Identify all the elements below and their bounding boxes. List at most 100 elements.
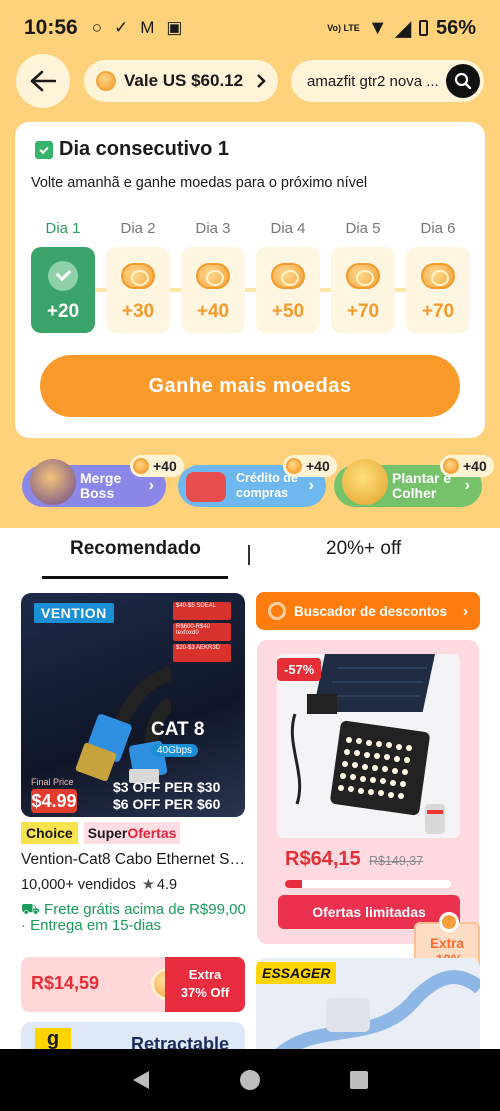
product-card-essager[interactable]: ESSAGER: [256, 958, 480, 1058]
discount-finder-button[interactable]: Buscador de descontos ›: [256, 592, 480, 630]
coupon-tag: $20-$3 AEKR3D: [173, 644, 231, 662]
product-title[interactable]: Vention-Cat8 Cabo Ethernet SFTP 40Gbps: [21, 851, 247, 869]
day-tile-4: +50: [256, 247, 320, 333]
flash-deal-card[interactable]: -57% R$64,15 R$149,37 Ofertas limitadas: [257, 640, 479, 944]
game-bonus: +40: [463, 457, 487, 474]
tab-20-off[interactable]: 20%+ off: [326, 538, 401, 560]
coupon-balance-button[interactable]: Vale US $60.12: [84, 60, 278, 102]
game-bonus: +40: [153, 457, 177, 474]
wifi-icon: ▼: [367, 16, 388, 39]
day-reward: +40: [196, 301, 230, 322]
tab-recommended[interactable]: Recomendado: [70, 538, 201, 560]
coins-icon: [196, 263, 230, 289]
search-icon: [454, 72, 472, 90]
day-label-4: Dia 4: [270, 220, 306, 237]
plant-and-harvest-button[interactable]: Plantar e Colher › +40: [334, 455, 494, 507]
nav-recents-button[interactable]: [345, 1066, 373, 1094]
triangle-back-icon: [132, 1071, 149, 1089]
chevron-right-icon: ›: [463, 602, 468, 620]
day-label-1: Dia 1: [45, 220, 81, 237]
chevron-right-icon: ›: [148, 477, 154, 494]
day-reward: +20: [46, 301, 80, 322]
day-label-2: Dia 2: [120, 220, 156, 237]
offer-line: $3 OFF PER $30: [113, 779, 221, 795]
tab-indicator: [42, 576, 228, 579]
checkin-title: Dia consecutivo 1: [59, 138, 230, 160]
sold-count: 10,000+ vendidos: [21, 877, 136, 893]
search-button[interactable]: [446, 64, 480, 98]
stock-progress-fill: [285, 880, 302, 888]
chevron-right-icon: ›: [464, 477, 470, 494]
merge-boss-icon: [30, 459, 76, 505]
day-tile-5: +70: [331, 247, 395, 333]
day-tile-2: +30: [106, 247, 170, 333]
day-tile-3: +40: [181, 247, 245, 333]
merge-boss-button[interactable]: Merge Boss › +40: [22, 455, 184, 507]
check-icon: [48, 261, 78, 291]
circle-home-icon: [239, 1070, 260, 1090]
notification-icon: ○: [91, 18, 102, 37]
gmail-icon: M: [140, 18, 155, 37]
discount-finder-label: Buscador de descontos: [294, 603, 448, 619]
extra-discount-badge: Extra 37% Off: [165, 957, 245, 1012]
search-input[interactable]: amazfit gtr2 nova ...: [307, 73, 446, 90]
shipping-info: Frete grátis acima de R$99,00 · Entrega …: [21, 901, 246, 934]
choice-badge: Choice: [21, 822, 78, 844]
final-price-label: Final Price: [31, 777, 74, 787]
coin-icon: [439, 912, 459, 932]
shopping-credit-button[interactable]: Crédito de compras › +40: [178, 455, 337, 507]
square-recents-icon: [350, 1071, 369, 1089]
day-label-6: Dia 6: [420, 220, 456, 237]
plant-icon: [342, 459, 388, 505]
percent-tag-icon: [186, 472, 226, 502]
flash-price: R$64,15: [285, 848, 361, 870]
coupon-list: $40-$5 SDEAL R$600-R$40 texfoxd0 $20-$3 …: [173, 602, 231, 665]
nav-back-button[interactable]: [127, 1066, 155, 1094]
coupon-tag: $40-$5 SDEAL: [173, 602, 231, 620]
checkin-subtitle: Volte amanhã e ganhe moedas para o próxi…: [31, 175, 368, 191]
coins-icon: [346, 263, 380, 289]
signal-icon: ◢: [395, 17, 411, 40]
solar-light-image: [277, 654, 460, 838]
brand-logo: ESSAGER: [256, 962, 337, 984]
offer-line: $6 OFF PER $60: [113, 796, 221, 812]
coins-icon: [271, 263, 305, 289]
app-icon: ✓: [114, 18, 129, 37]
day-tile-6: +70: [406, 247, 470, 333]
stock-progress-bar: [285, 880, 451, 888]
game-label: Merge Boss: [80, 470, 122, 501]
product-price: R$14,59: [31, 973, 100, 993]
status-time: 10:56: [24, 16, 78, 39]
day-label-5: Dia 5: [345, 220, 381, 237]
day-label-3: Dia 3: [195, 220, 231, 237]
back-button[interactable]: [16, 54, 70, 108]
battery-icon: [418, 20, 428, 36]
coin-icon: [96, 71, 116, 91]
final-price-badge: $4.99: [31, 789, 77, 813]
coin-icon: [133, 458, 149, 474]
brand-logo: VENTION: [34, 603, 114, 623]
nav-home-button[interactable]: [236, 1066, 264, 1094]
photo-icon: ▣: [166, 18, 183, 37]
product-image[interactable]: VENTION $40-$5 SDEAL R$600-R$40 texfoxd0…: [21, 593, 245, 817]
coin-icon: [286, 458, 302, 474]
checkin-card: Dia consecutivo 1 Volte amanhã e ganhe m…: [15, 122, 485, 438]
calendar-check-icon: [35, 140, 53, 159]
speed-label: 40Gbps: [151, 744, 199, 757]
price-bar[interactable]: R$14,59 Extra 37% Off: [21, 957, 245, 1012]
tab-divider: [248, 545, 250, 565]
chevron-right-icon: [257, 74, 266, 88]
arrow-left-icon: [30, 70, 56, 92]
cat8-label: CAT 8: [151, 719, 205, 740]
battery-percent: 56%: [435, 16, 476, 39]
search-bar[interactable]: amazfit gtr2 nova ...: [291, 60, 484, 102]
day-reward: +70: [421, 301, 455, 322]
coupon-tag: R$600-R$40 texfoxd0: [173, 623, 231, 641]
chevron-right-icon: ›: [308, 477, 314, 494]
day-reward: +50: [271, 301, 305, 322]
earn-more-coins-button[interactable]: Ganhe mais moedas: [40, 355, 460, 417]
flash-old-price: R$149,37: [369, 854, 424, 868]
lte-icon: Vo) LTE: [327, 22, 360, 33]
coins-icon: [121, 263, 155, 289]
day-reward: +70: [346, 301, 380, 322]
